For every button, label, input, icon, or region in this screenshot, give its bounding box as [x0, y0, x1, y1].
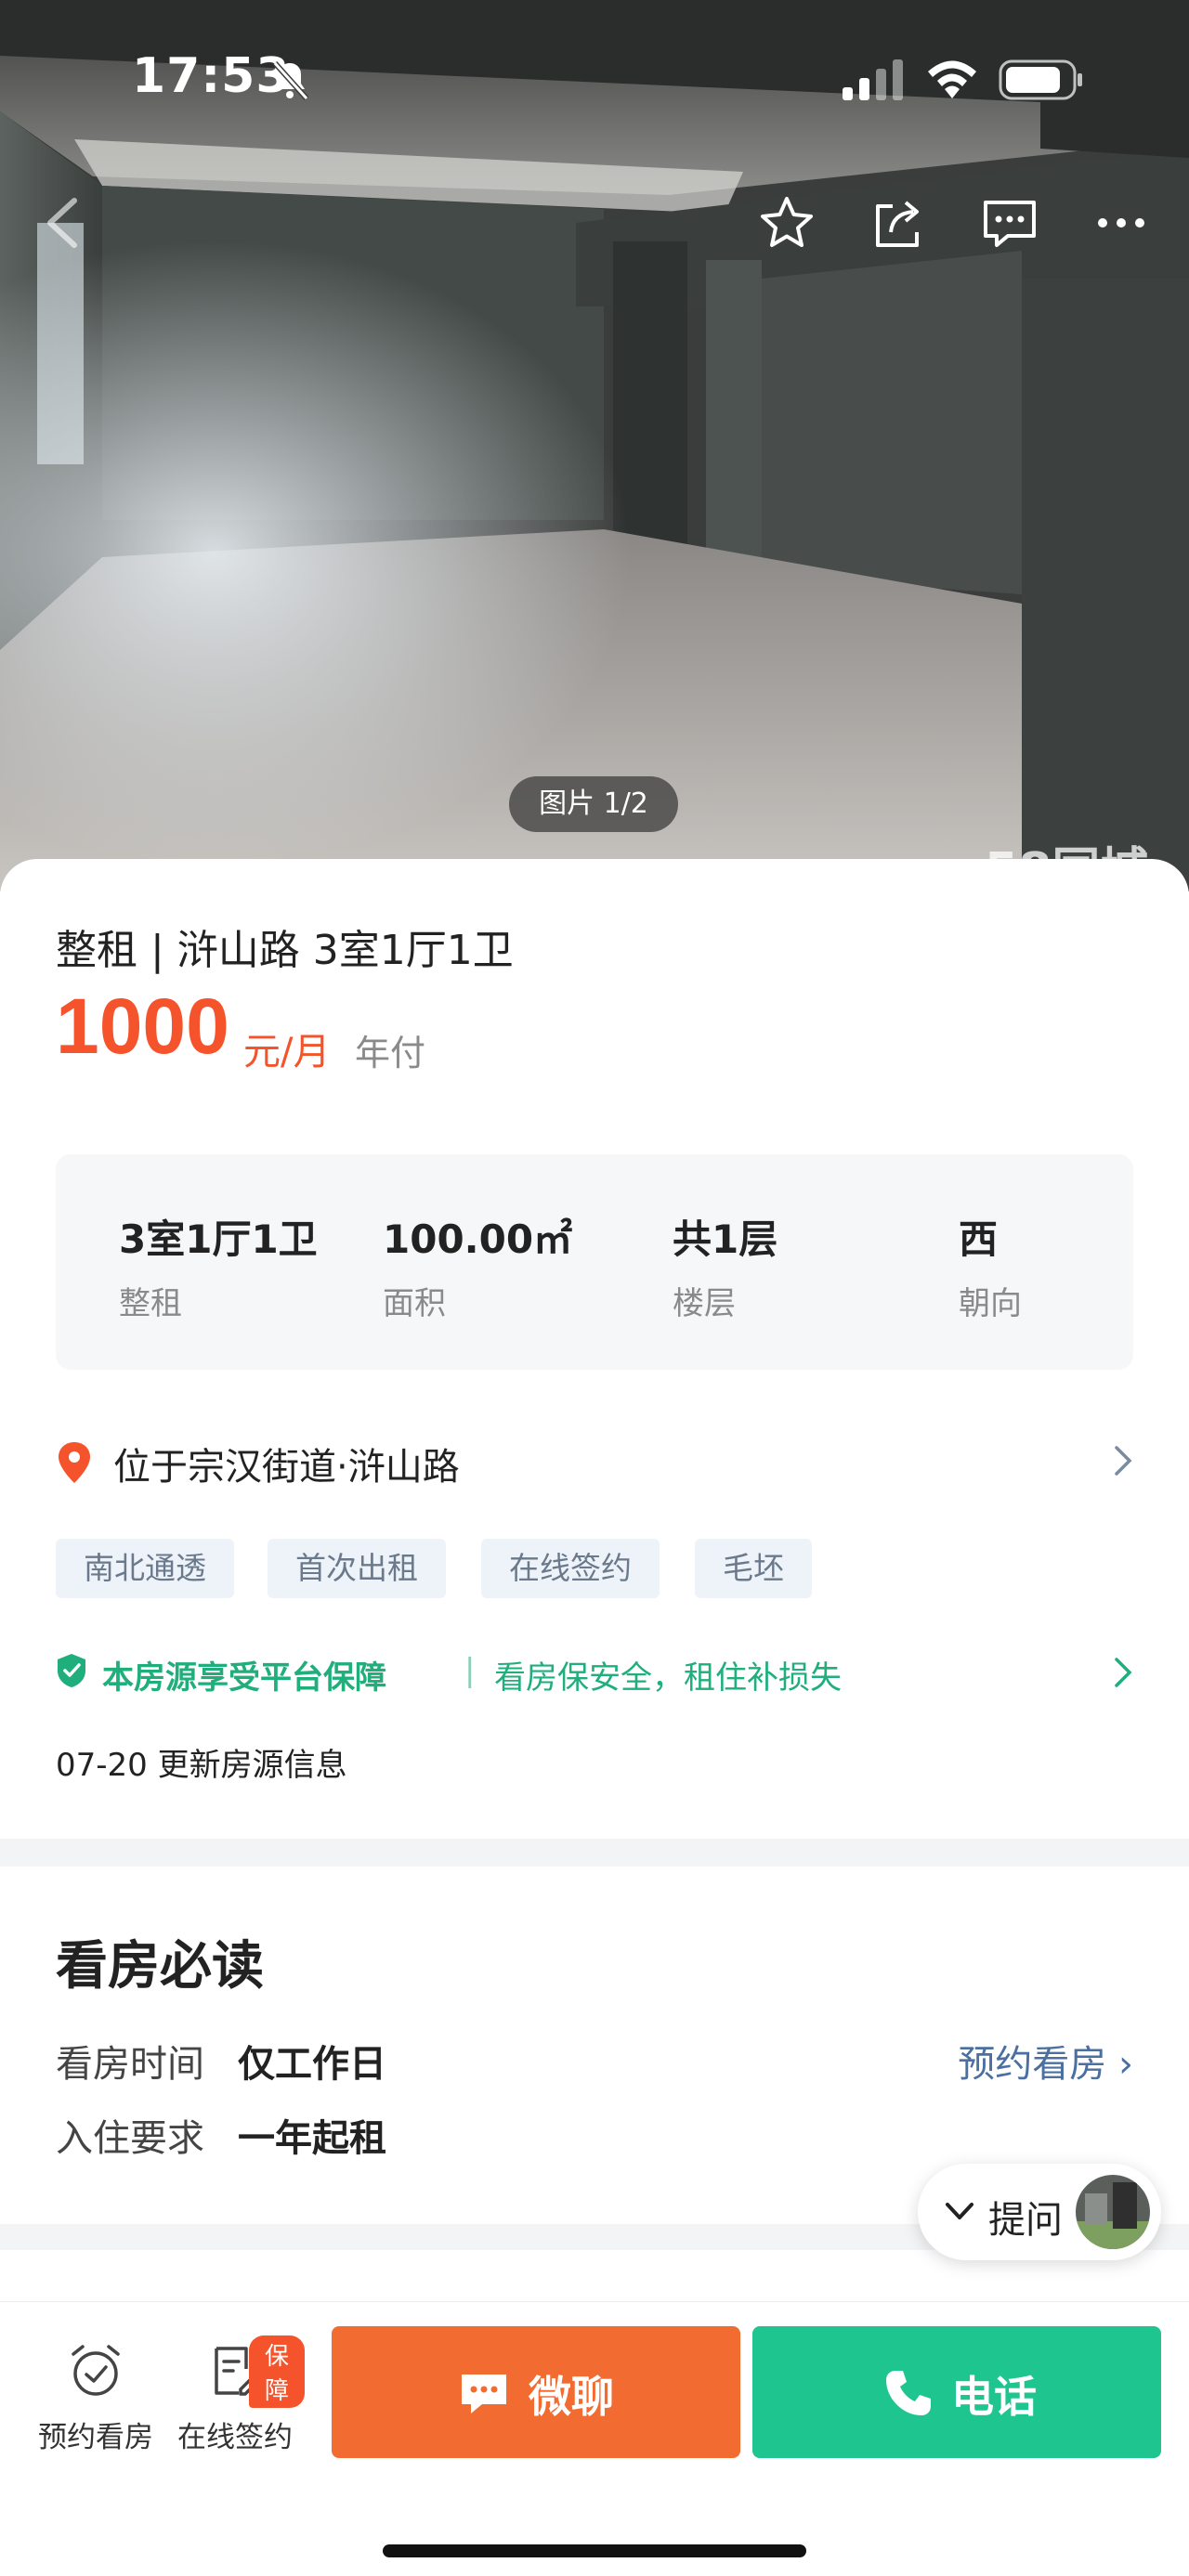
agent-avatar: [1076, 2175, 1150, 2249]
battery-icon: [999, 59, 1082, 100]
book-viewing-label: 预约看房: [38, 2421, 153, 2454]
chevron-right-icon: [1115, 1446, 1132, 1476]
platform-guarantee-row[interactable]: 本房源享受平台保障 | 看房保安全，租住补损失: [56, 1646, 1133, 1698]
shield-check-icon: [58, 1654, 85, 1687]
star-icon[interactable]: [757, 193, 817, 253]
more-icon[interactable]: [1091, 193, 1151, 253]
wechat-chat-button[interactable]: 微聊: [332, 2326, 740, 2458]
ask-label: 提问: [988, 2199, 1063, 2242]
price-value: 1000: [56, 982, 229, 1070]
specs-panel: 3室1厅1卫 整租 100.00㎡ 面积 共1层 楼层 西 朝向: [56, 1154, 1133, 1370]
tag: 毛坯: [695, 1539, 812, 1598]
book-viewing-button[interactable]: 预约看房: [26, 2341, 165, 2471]
home-indicator: [383, 2544, 806, 2557]
online-sign-label: 在线签约: [177, 2421, 293, 2454]
spec-orientation: 西 朝向: [959, 1208, 1022, 1323]
message-icon[interactable]: [980, 193, 1039, 253]
phone-icon: [886, 2371, 931, 2415]
listing-title: 整租 | 浒山路 3室1厅1卫: [56, 927, 514, 974]
note-value: 一年起租: [238, 2117, 386, 2160]
spec-value: 共1层: [673, 1216, 778, 1262]
chevron-right-icon: [1115, 1658, 1132, 1687]
spec-label: 整租: [119, 1285, 182, 1322]
note-label: 入住要求: [56, 2117, 204, 2160]
online-sign-button[interactable]: 保障 在线签约: [165, 2335, 305, 2471]
alarm-clock-icon: [72, 2345, 120, 2396]
spec-floor: 共1层 楼层: [673, 1208, 777, 1323]
pay-type: 年付: [355, 1033, 426, 1073]
spec-value: 100.00㎡: [383, 1216, 573, 1262]
photo-counter: 图片 1/2: [509, 776, 678, 832]
tag: 首次出租: [268, 1539, 446, 1598]
chat-label: 微聊: [529, 2372, 614, 2422]
location-text: 位于宗汉街道·浒山路: [113, 1446, 460, 1489]
wifi-icon: [928, 60, 976, 98]
chat-bubble-icon: [462, 2374, 506, 2413]
guarantee-badge: 保障: [249, 2335, 305, 2408]
bottom-action-bar: 预约看房 保障 在线签约 微聊 电话: [0, 2301, 1189, 2576]
hero-photo-gallery[interactable]: 17:53 图片 1/2: [0, 0, 1189, 891]
guarantee-sub-text: 看房保安全，租住补损失: [494, 1659, 842, 1697]
status-time: 17:53: [132, 48, 291, 104]
signal-icon: [843, 59, 903, 100]
status-bar: 17:53: [0, 0, 1189, 139]
note-value: 仅工作日: [238, 2043, 386, 2086]
listing-card: 整租 | 浒山路 3室1厅1卫 1000 元/月 年付 3室1厅1卫 整租 10…: [0, 859, 1189, 1839]
location-row[interactable]: 位于宗汉街道·浒山路: [56, 1427, 1133, 1492]
guarantee-separator: |: [464, 1652, 476, 1689]
tag: 南北通透: [56, 1539, 234, 1598]
call-label: 电话: [951, 2372, 1037, 2422]
spec-value: 3室1厅1卫: [119, 1216, 318, 1262]
spec-label: 面积: [383, 1285, 446, 1322]
location-pin-icon: [59, 1442, 90, 1483]
spec-label: 朝向: [959, 1285, 1022, 1322]
viewing-notes-title: 看房必读: [56, 1936, 264, 1997]
phone-call-button[interactable]: 电话: [752, 2326, 1161, 2458]
spec-area: 100.00㎡ 面积: [383, 1208, 572, 1323]
price-unit: 元/月: [243, 1031, 331, 1073]
ask-question-button[interactable]: 提问: [918, 2164, 1161, 2260]
note-label: 看房时间: [56, 2043, 204, 2086]
spec-value: 西: [959, 1216, 999, 1262]
update-info: 07-20 更新房源信息: [56, 1747, 347, 1784]
muted-bell-icon: [272, 60, 309, 101]
back-icon[interactable]: [37, 193, 93, 253]
tag: 在线签约: [481, 1539, 660, 1598]
note-row-move-in: 入住要求 一年起租: [56, 2108, 386, 2162]
chevron-down-icon: [946, 2203, 973, 2219]
share-icon[interactable]: [869, 193, 928, 253]
section-divider: [0, 1839, 1189, 1867]
book-viewing-link[interactable]: 预约看房 ›: [958, 2034, 1133, 2088]
note-row-viewing-time: 看房时间 仅工作日: [56, 2034, 386, 2088]
spec-layout: 3室1厅1卫 整租: [119, 1208, 318, 1323]
spec-label: 楼层: [673, 1285, 736, 1322]
guarantee-main-text: 本房源享受平台保障: [102, 1659, 386, 1697]
